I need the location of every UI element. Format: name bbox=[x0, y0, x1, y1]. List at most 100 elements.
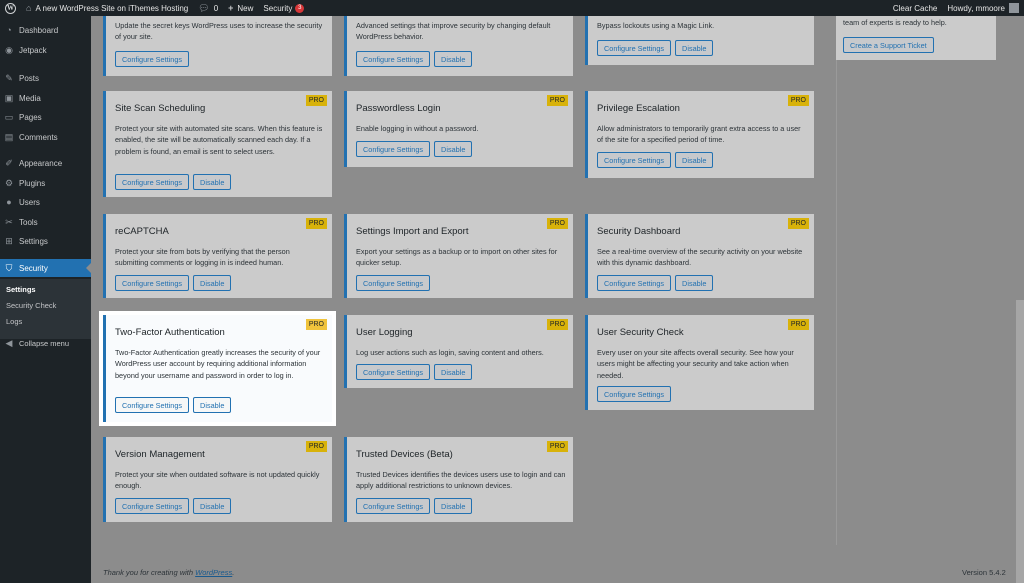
new-content-menu[interactable]: + New bbox=[223, 0, 258, 16]
comment-bubble-icon: 💬︎ bbox=[198, 2, 210, 13]
sidebar-item-comments[interactable]: ▤ Comments bbox=[0, 132, 91, 143]
pro-badge: PRO bbox=[305, 441, 327, 452]
card-title: Trusted Devices (Beta) bbox=[356, 449, 453, 460]
comment-icon: ▤ bbox=[4, 132, 14, 142]
submenu-item-settings[interactable]: Settings bbox=[6, 285, 36, 294]
configure-settings-button[interactable]: Configure Settings bbox=[356, 275, 431, 291]
disable-button[interactable]: Disable bbox=[434, 364, 473, 380]
sidebar-item-security[interactable]: ⛉ Security bbox=[0, 259, 91, 277]
pro-badge: PRO bbox=[305, 218, 327, 229]
wp-logo-menu[interactable]: W bbox=[0, 0, 21, 16]
new-label: New bbox=[237, 3, 254, 13]
admin-bar: W ⌂ A new WordPress Site on iThemes Hosti… bbox=[0, 0, 1024, 16]
disable-button[interactable]: Disable bbox=[434, 51, 473, 67]
security-menu[interactable]: Security 3 bbox=[258, 0, 309, 16]
card-title: Settings Import and Export bbox=[356, 226, 469, 237]
submenu-item-logs[interactable]: Logs bbox=[6, 317, 22, 326]
configure-settings-button[interactable]: Configure Settings bbox=[115, 275, 190, 291]
settings-icon: ⊞ bbox=[5, 236, 13, 246]
card-title: reCAPTCHA bbox=[115, 226, 169, 237]
configure-settings-button[interactable]: Configure Settings bbox=[597, 386, 672, 402]
sidebar-item-label: Settings bbox=[19, 237, 48, 246]
wordpress-logo-icon: W bbox=[5, 2, 16, 14]
sidebar-item-tools[interactable]: ✂ Tools bbox=[0, 217, 91, 228]
sidebar-item-label: Tools bbox=[19, 218, 38, 227]
sidebar-item-media[interactable]: ▣ Media bbox=[0, 93, 91, 104]
card-description: Two-Factor Authentication greatly increa… bbox=[115, 348, 321, 380]
sidebar-item-settings[interactable]: ⊞ Settings bbox=[0, 236, 91, 247]
howdy-label: Howdy, mmoore bbox=[947, 3, 1005, 13]
sidebar-item-label: Security bbox=[19, 263, 48, 273]
pin-icon: ✎ bbox=[5, 73, 13, 83]
wordpress-link[interactable]: WordPress bbox=[195, 568, 232, 577]
card-description: Advanced settings that improve security … bbox=[356, 21, 551, 42]
configure-settings-button[interactable]: Configure Settings bbox=[356, 141, 431, 157]
configure-settings-button[interactable]: Configure Settings bbox=[115, 51, 190, 67]
clear-cache-button[interactable]: Clear Cache bbox=[888, 0, 942, 16]
sidebar-item-label: Plugins bbox=[19, 179, 46, 188]
sidebar-item-posts[interactable]: ✎ Posts bbox=[0, 73, 91, 84]
sidebar-item-jetpack[interactable]: ◉ Jetpack bbox=[0, 45, 91, 56]
configure-settings-button[interactable]: Configure Settings bbox=[115, 174, 190, 190]
card-site-scan-scheduling: Site Scan Scheduling PRO Protect your si… bbox=[103, 91, 332, 197]
pro-badge: PRO bbox=[546, 441, 568, 452]
disable-button[interactable]: Disable bbox=[193, 174, 232, 190]
disable-button[interactable]: Disable bbox=[434, 498, 473, 514]
configure-settings-button[interactable]: Configure Settings bbox=[115, 397, 190, 413]
plugin-icon: ⚙ bbox=[4, 178, 14, 188]
disable-button[interactable]: Disable bbox=[193, 397, 232, 413]
disable-button[interactable]: Disable bbox=[675, 40, 714, 56]
support-card: team of experts is ready to help. Create… bbox=[836, 16, 996, 60]
sidebar-item-appearance[interactable]: ✐ Appearance bbox=[0, 158, 91, 169]
sidebar-item-label: Jetpack bbox=[19, 46, 47, 55]
comments-menu[interactable]: 💬︎ 0 bbox=[193, 0, 223, 16]
collapse-menu-button[interactable]: ◀ Collapse menu bbox=[0, 338, 91, 349]
account-menu[interactable]: Howdy, mmoore bbox=[942, 0, 1024, 16]
sidebar-item-users[interactable]: ● Users bbox=[0, 197, 91, 207]
page-icon: ▭ bbox=[4, 112, 14, 122]
configure-settings-button[interactable]: Configure Settings bbox=[597, 152, 672, 168]
site-name: A new WordPress Site on iThemes Hosting bbox=[35, 3, 189, 13]
site-name-menu[interactable]: ⌂ A new WordPress Site on iThemes Hosting bbox=[21, 0, 193, 16]
pro-badge: PRO bbox=[787, 218, 809, 229]
pro-badge: PRO bbox=[787, 95, 809, 106]
wrench-icon: ✂ bbox=[5, 217, 13, 227]
card-description: Enable logging in without a password. bbox=[356, 124, 479, 133]
user-icon: ● bbox=[6, 197, 12, 207]
configure-settings-button[interactable]: Configure Settings bbox=[356, 364, 431, 380]
card-user-security-check: User Security Check PRO Every user on yo… bbox=[585, 315, 814, 410]
comments-count: 0 bbox=[213, 3, 219, 13]
configure-settings-button[interactable]: Configure Settings bbox=[356, 51, 431, 67]
create-support-ticket-button[interactable]: Create a Support Ticket bbox=[843, 37, 934, 53]
card-privilege-escalation: Privilege Escalation PRO Allow administr… bbox=[585, 91, 814, 178]
sidebar-item-label: Pages bbox=[19, 113, 42, 122]
card-partial-magic-links: Bypass lockouts using a Magic Link. Conf… bbox=[585, 16, 814, 65]
sidebar-item-dashboard[interactable]: ◔ Dashboard bbox=[0, 25, 91, 35]
home-icon: ⌂ bbox=[26, 3, 32, 13]
card-description: Every user on your site affects overall … bbox=[597, 348, 794, 380]
configure-settings-button[interactable]: Configure Settings bbox=[356, 498, 431, 514]
page-scrollbar[interactable] bbox=[1016, 300, 1024, 583]
disable-button[interactable]: Disable bbox=[193, 275, 232, 291]
card-description: See a real-time overview of the security… bbox=[597, 247, 803, 268]
submenu-item-security-check[interactable]: Security Check bbox=[6, 301, 56, 310]
card-description: Allow administrators to temporarily gran… bbox=[597, 124, 801, 145]
card-settings-import-export: Settings Import and Export PRO Export yo… bbox=[344, 214, 573, 298]
disable-button[interactable]: Disable bbox=[675, 275, 714, 291]
disable-button[interactable]: Disable bbox=[675, 152, 714, 168]
clear-cache-label: Clear Cache bbox=[892, 3, 938, 13]
sidebar-item-plugins[interactable]: ⚙ Plugins bbox=[0, 178, 91, 189]
sidebar-item-label: Users bbox=[19, 197, 40, 207]
disable-button[interactable]: Disable bbox=[193, 498, 232, 514]
configure-settings-button[interactable]: Configure Settings bbox=[597, 40, 672, 56]
pro-badge: PRO bbox=[305, 95, 327, 106]
disable-button[interactable]: Disable bbox=[434, 141, 473, 157]
pro-badge: PRO bbox=[546, 319, 568, 330]
configure-settings-button[interactable]: Configure Settings bbox=[115, 498, 190, 514]
support-text: team of experts is ready to help. bbox=[843, 18, 947, 27]
pro-badge: PRO bbox=[546, 95, 568, 106]
security-label: Security bbox=[263, 3, 293, 13]
footer-thanks-prefix: Thank you for creating with bbox=[103, 568, 196, 577]
configure-settings-button[interactable]: Configure Settings bbox=[597, 275, 672, 291]
sidebar-item-pages[interactable]: ▭ Pages bbox=[0, 112, 91, 123]
